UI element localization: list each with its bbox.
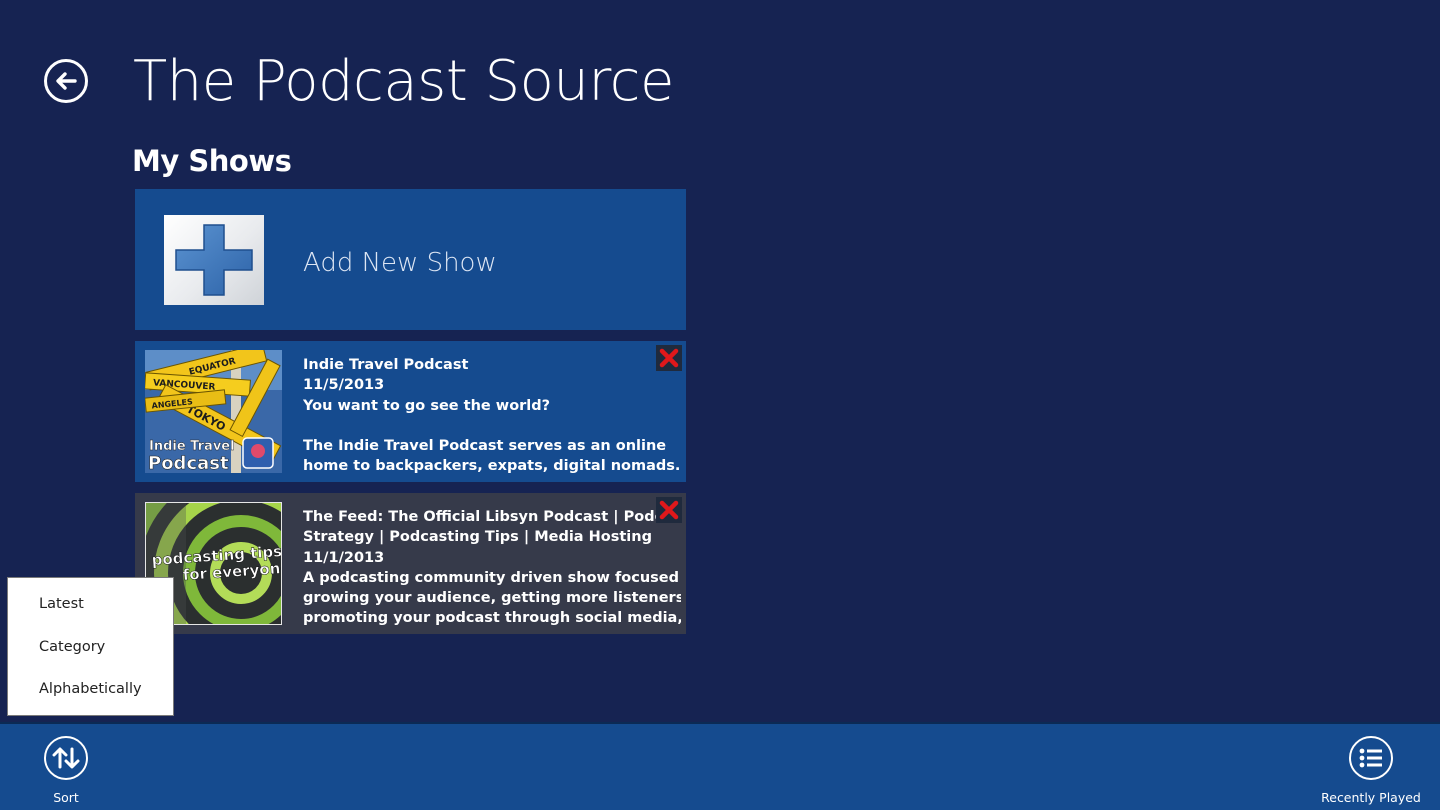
signpost-artwork: EQUATOR VANCOUVER TOKYO ANGELES Indie Tr… [145, 350, 282, 473]
show-date: 11/5/2013 [303, 377, 385, 394]
show-description-line: The Indie Travel Podcast serves as an on… [303, 438, 667, 455]
page-title: The Podcast Source [133, 49, 674, 114]
show-description-line: home to backpackers, expats, digital nom… [303, 458, 681, 475]
sort-menu: Latest Category Alphabetically [7, 577, 174, 716]
sort-icon [52, 747, 80, 769]
remove-show-button[interactable] [656, 345, 682, 371]
show-tile-the-feed[interactable]: podcasting tips for everyone The Feed: T… [135, 493, 686, 634]
sort-button[interactable]: Sort [44, 736, 88, 806]
close-icon [659, 348, 679, 368]
close-icon [659, 500, 679, 520]
show-info: The Feed: The Official Libsyn Podcast | … [303, 507, 681, 629]
plus-icon [175, 224, 253, 296]
recently-played-button[interactable]: Recently Played [1321, 736, 1421, 806]
sort-label: Sort [53, 790, 79, 805]
recently-played-icon-circle [1349, 736, 1393, 780]
app-bar: Sort Recently Played [0, 722, 1440, 810]
back-button[interactable] [44, 59, 88, 103]
show-description-line: growing your audience, getting more list… [303, 590, 681, 607]
list-icon [1359, 748, 1382, 768]
show-title-line: The Feed: The Official Libsyn Podcast | … [303, 509, 681, 525]
show-title-line: Strategy | Podcasting Tips | Media Hosti… [303, 529, 652, 546]
sort-option-alphabetically[interactable]: Alphabetically [8, 675, 173, 718]
show-tile-indie-travel-podcast[interactable]: EQUATOR VANCOUVER TOKYO ANGELES Indie Tr… [135, 341, 686, 482]
sort-option-category[interactable]: Category [8, 633, 173, 676]
show-title: Indie Travel Podcast [303, 357, 469, 373]
section-title: My Shows [132, 144, 292, 178]
show-artwork-indie-travel: EQUATOR VANCOUVER TOKYO ANGELES Indie Tr… [145, 350, 282, 473]
add-new-show-label: Add New Show [303, 248, 497, 278]
show-date: 11/1/2013 [303, 549, 385, 566]
sort-icon-circle [44, 736, 88, 780]
sort-option-latest[interactable]: Latest [8, 590, 173, 633]
artwork-text: Indie Travel [149, 439, 235, 454]
add-new-show-tile[interactable]: Add New Show [135, 189, 686, 330]
show-info: Indie Travel Podcast 11/5/2013 You want … [303, 355, 681, 477]
remove-show-button[interactable] [656, 497, 682, 523]
show-description-line: A podcasting community driven show focus… [303, 569, 681, 586]
show-tagline: You want to go see the world? [303, 397, 551, 414]
back-arrow-icon [56, 72, 77, 90]
recently-played-label: Recently Played [1321, 790, 1421, 805]
add-show-thumbnail [164, 215, 264, 305]
show-description-line: promoting your podcast through social me… [303, 610, 681, 627]
artwork-text: Podcast [148, 453, 229, 473]
